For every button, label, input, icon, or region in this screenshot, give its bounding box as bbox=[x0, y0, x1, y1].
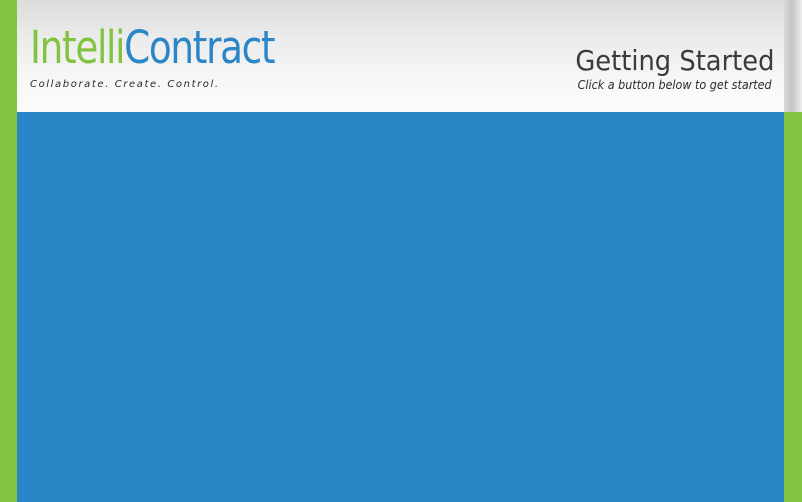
brand-name-part1: Intelli bbox=[30, 21, 125, 74]
header: IntelliContract Collaborate. Create. Con… bbox=[17, 0, 784, 112]
right-accent-bar bbox=[784, 112, 802, 502]
right-scroll-area bbox=[784, 0, 802, 112]
page-subtitle: Click a button below to get started bbox=[577, 78, 772, 92]
app-window: IntelliContract Collaborate. Create. Con… bbox=[0, 0, 802, 502]
main-content-panel bbox=[17, 112, 784, 502]
left-accent-bar bbox=[0, 0, 17, 502]
brand-tagline: Collaborate. Create. Control. bbox=[30, 79, 220, 90]
brand-logo: IntelliContract bbox=[30, 20, 276, 76]
brand-name-part2: Contract bbox=[124, 21, 275, 74]
page-title: Getting Started bbox=[574, 44, 774, 77]
